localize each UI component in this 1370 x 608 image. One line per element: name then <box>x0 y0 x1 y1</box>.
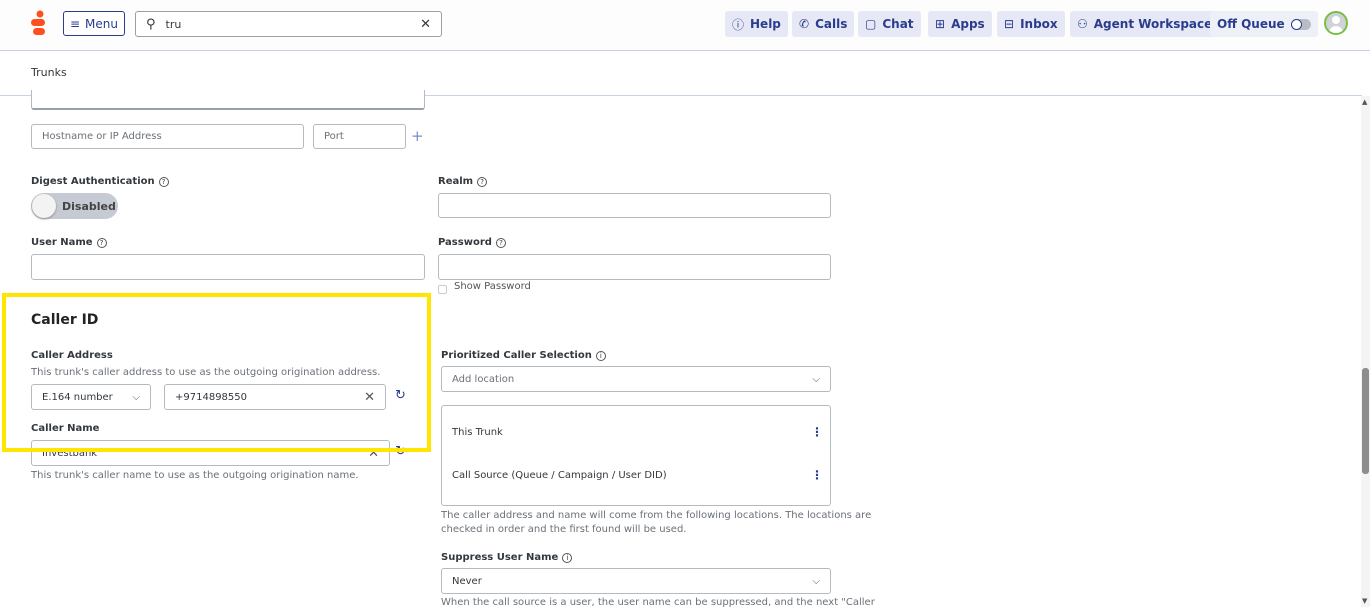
agent-workspace-button[interactable]: ⚇ Agent Workspace <box>1070 11 1220 37</box>
scroll-up-icon[interactable]: ▲ <box>1362 98 1367 106</box>
agent-icon: ⚇ <box>1077 17 1088 31</box>
location-item[interactable]: This Trunk <box>452 427 503 438</box>
username-input[interactable] <box>31 254 425 280</box>
scrollbar-thumb[interactable] <box>1362 368 1369 474</box>
apps-icon: ⊞ <box>935 17 946 31</box>
queue-switch[interactable] <box>1290 18 1311 30</box>
avatar[interactable] <box>1324 11 1348 35</box>
inbox-icon: ⊟ <box>1004 17 1015 31</box>
help-icon: ? <box>477 176 488 187</box>
apps-button[interactable]: ⊞ Apps <box>928 11 992 37</box>
menu-button[interactable]: ≡ Menu <box>63 11 125 36</box>
search-input[interactable]: ⚲ tru ✕ <box>135 11 442 37</box>
search-icon: ⚲ <box>146 16 156 32</box>
queue-toggle[interactable]: Off Queue <box>1210 11 1318 37</box>
hamburger-icon: ≡ <box>69 16 81 31</box>
more-options-icon[interactable]: ⋮ <box>811 468 823 482</box>
hostname-input[interactable]: Hostname or IP Address <box>31 124 304 149</box>
add-location-select[interactable]: Add location ⌵ <box>441 366 831 392</box>
location-item[interactable]: Call Source (Queue / Campaign / User DID… <box>452 470 667 481</box>
textarea-partial[interactable] <box>31 90 425 110</box>
scroll-down-icon[interactable]: ▼ <box>1362 597 1367 605</box>
highlight-box <box>2 293 431 452</box>
scrollbar[interactable] <box>1361 96 1370 607</box>
clear-search-icon[interactable]: ✕ <box>420 17 431 32</box>
show-password-checkbox[interactable] <box>438 285 447 294</box>
more-options-icon[interactable]: ⋮ <box>811 425 823 439</box>
port-input[interactable]: Port <box>313 124 406 149</box>
calls-button[interactable]: ✆ Calls <box>792 11 855 37</box>
inbox-button[interactable]: ⊟ Inbox <box>997 11 1065 37</box>
chat-icon: ▢ <box>865 17 877 31</box>
chevron-down-icon: ⌵ <box>812 575 820 587</box>
help-icon: ? <box>495 237 506 248</box>
help-button[interactable]: ⓘ Help <box>725 11 788 37</box>
help-icon: ? <box>96 237 107 248</box>
chat-button[interactable]: ▢ Chat <box>858 11 921 37</box>
suppress-user-name-select[interactable]: Never ⌵ <box>441 568 831 594</box>
location-list <box>441 405 831 506</box>
digest-label: Digest Authentication <box>31 176 155 187</box>
genesys-logo <box>31 10 45 35</box>
realm-input[interactable] <box>438 193 831 218</box>
info-icon: i <box>562 552 573 563</box>
help-icon: ⓘ <box>732 17 745 32</box>
password-input[interactable] <box>438 254 831 280</box>
phone-icon: ✆ <box>799 17 810 31</box>
breadcrumb: Trunks <box>31 66 67 79</box>
digest-toggle[interactable]: Disabled <box>31 193 118 219</box>
add-host-icon[interactable]: + <box>411 127 424 145</box>
info-icon: i <box>595 350 606 361</box>
help-icon: ? <box>158 176 169 187</box>
chevron-down-icon: ⌵ <box>812 373 820 385</box>
